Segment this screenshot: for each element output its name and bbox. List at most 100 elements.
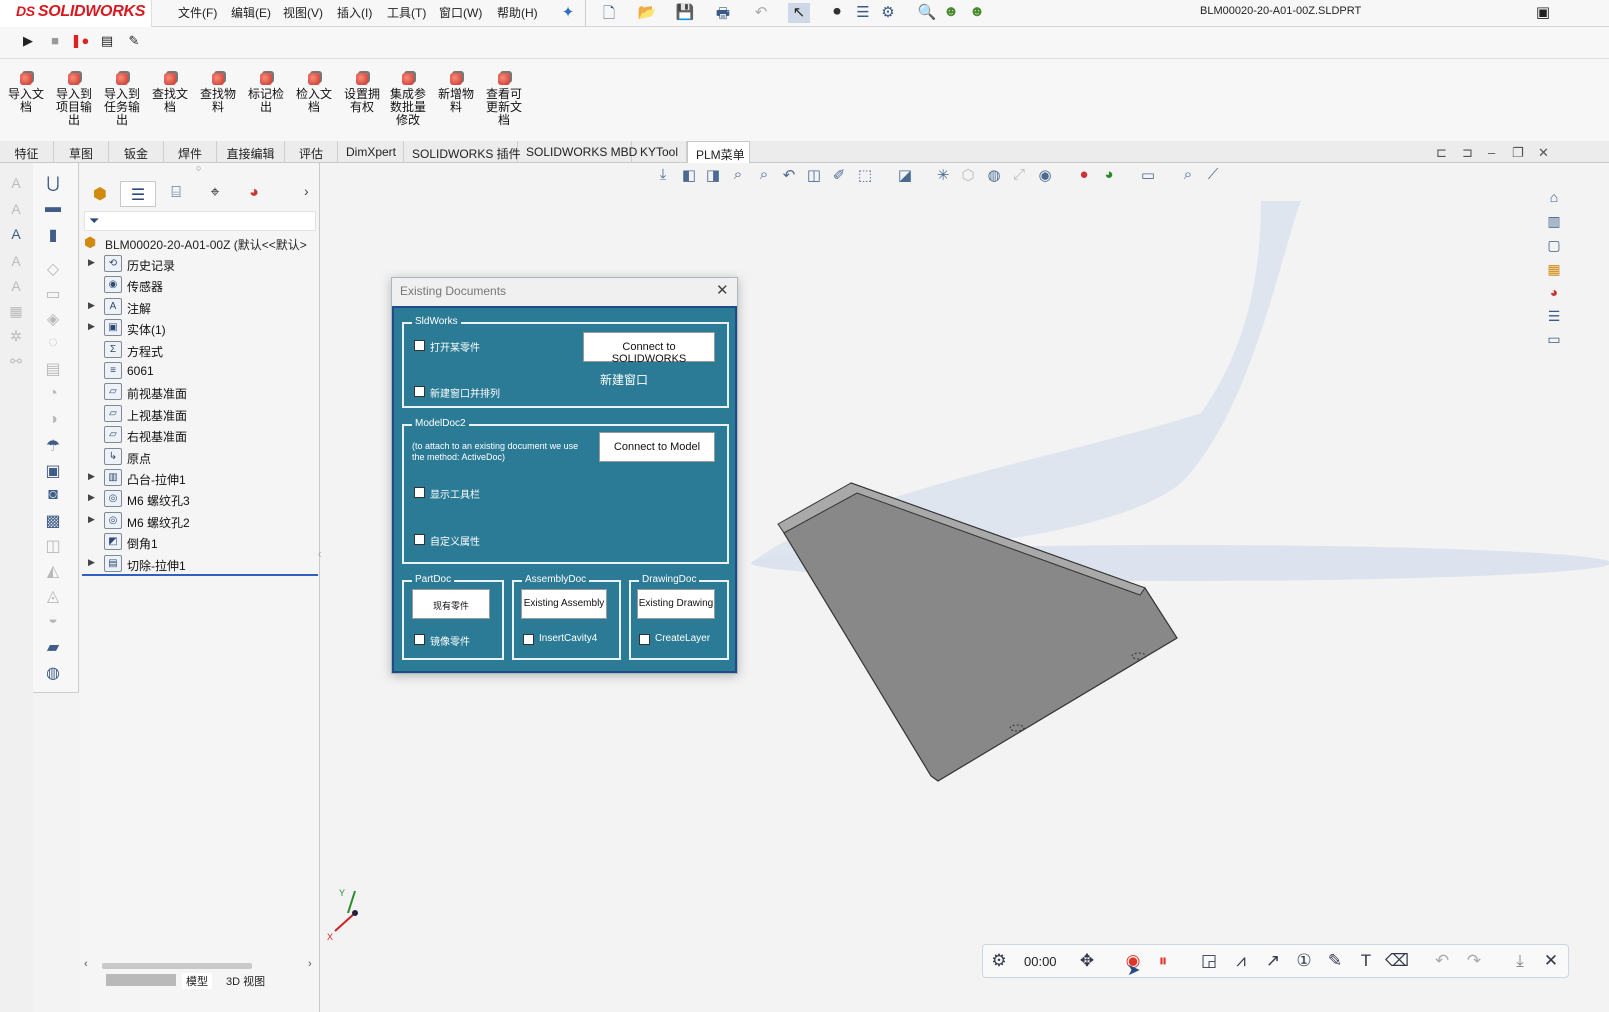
fillet-icon[interactable]: ◔ <box>41 385 65 407</box>
tree-item[interactable]: ▱ 右视基准面 <box>80 425 320 446</box>
tree-item[interactable]: ▱ 前视基准面 <box>80 382 320 403</box>
expand-arrow-icon[interactable]: ▶ <box>88 300 95 311</box>
chevron-right-icon[interactable]: › <box>304 183 309 199</box>
menu-window[interactable]: 窗口(W) <box>439 4 482 21</box>
link-icon[interactable]: ⚯ <box>6 353 26 373</box>
tab-plm-menu[interactable]: PLM菜单 <box>687 141 750 163</box>
text-tool-icon[interactable]: T <box>1354 951 1378 973</box>
solidworks-logo[interactable]: DS SOLIDWORKS <box>0 0 152 27</box>
menu-help[interactable]: 帮助(H) <box>497 4 538 21</box>
tree-item[interactable]: ▱ 上视基准面 <box>80 404 320 425</box>
restore-icon[interactable]: ❐ <box>1512 145 1524 161</box>
macro-run-icon[interactable]: ▶ <box>18 33 38 53</box>
tree-item[interactable]: ◩ 倒角1 <box>80 532 320 553</box>
view-palette-icon[interactable]: ▦ <box>1543 261 1565 281</box>
tree-item[interactable]: ◉ 传感器 <box>80 275 320 296</box>
tree-item[interactable]: Σ 方程式 <box>80 340 320 361</box>
select-cursor-icon[interactable]: ↖ <box>788 3 810 23</box>
checkbox-custom-properties[interactable] <box>414 534 425 545</box>
mold-icon[interactable]: ▰ <box>41 637 65 659</box>
stamp-icon[interactable]: ▬ <box>41 199 65 221</box>
tree-item[interactable]: ▶ ▣ 实体(1) <box>80 318 320 339</box>
menu-edit[interactable]: 编辑(E) <box>231 4 271 21</box>
tree-filter[interactable]: ⏷ <box>84 211 316 231</box>
feature-tree-tab-icon[interactable]: ⬢ <box>82 181 118 207</box>
step-number-icon[interactable]: ① <box>1292 951 1316 973</box>
download-icon[interactable]: ⤓ <box>1508 951 1532 973</box>
flex-icon[interactable]: ◭ <box>41 561 65 583</box>
expand-arrow-icon[interactable]: ▶ <box>88 471 95 482</box>
apply-scene-icon[interactable]: ◍ <box>983 166 1005 188</box>
checkbox-mirror-part[interactable] <box>414 634 425 645</box>
dynamic-annotation-icon[interactable]: ✐ <box>828 166 850 188</box>
magnet-icon[interactable]: ⋃ <box>41 173 65 195</box>
tab-sketch[interactable]: 草图 <box>54 141 109 163</box>
zoom-to-fit-icon[interactable]: ⌕ <box>727 166 749 188</box>
tab-solidworks-mbd[interactable]: SOLIDWORKS MBD <box>518 141 637 163</box>
section-view-icon[interactable]: ◫ <box>803 166 825 188</box>
tree-item[interactable]: ▶ ⟲ 历史记录 <box>80 254 320 275</box>
existing-assembly-button[interactable]: Existing Assembly <box>521 589 607 619</box>
dimxpert-tab-icon[interactable]: ⌖ <box>197 181 233 207</box>
new-document-icon[interactable]: 🗋 <box>598 3 620 23</box>
tile-right-icon[interactable]: ⊐ <box>1462 145 1473 161</box>
tile-left-icon[interactable]: ⊏ <box>1436 145 1447 161</box>
move-icon[interactable]: ✥ <box>1075 951 1099 973</box>
design-library-icon[interactable]: ▥ <box>1543 213 1565 233</box>
pause-icon[interactable]: ⏸ <box>1151 951 1175 973</box>
close-icon[interactable]: ✕ <box>1538 145 1549 161</box>
existing-part-button[interactable]: 现有零件 <box>412 589 490 619</box>
eraser-icon[interactable]: ⌫ <box>1385 951 1409 973</box>
shapes-icon[interactable]: ◲ <box>1197 951 1221 973</box>
cmd-check-out[interactable]: 标记检出 <box>244 73 288 114</box>
checkbox-open-part[interactable] <box>414 340 425 351</box>
pin-icon[interactable]: ✦ <box>557 3 579 23</box>
expand-arrow-icon[interactable]: ▶ <box>88 514 95 525</box>
tab-solidworks-addins[interactable]: SOLIDWORKS 插件 <box>404 141 521 163</box>
cmd-set-ownership[interactable]: 设置拥有权 <box>340 73 384 114</box>
tree-item[interactable]: ▶ ▤ 切除-拉伸1 <box>80 554 320 575</box>
open-icon[interactable]: 📂 <box>636 3 658 23</box>
umbrella-icon[interactable]: ☂ <box>41 436 65 458</box>
zoom-search-icon[interactable]: ⌕ <box>1177 166 1199 188</box>
tree-item[interactable]: ▶ A 注解 <box>80 297 320 318</box>
property-manager-tab-icon[interactable]: ☰ <box>120 181 156 207</box>
tab-sheet-metal[interactable]: 钣金 <box>109 141 164 163</box>
cmd-batch-modify[interactable]: 集成参数批量修改 <box>386 73 430 127</box>
frame-icon[interactable]: ▭ <box>41 284 65 306</box>
redo-annotation-icon[interactable]: ↷ <box>1462 951 1486 973</box>
weld-icon[interactable]: ✲ <box>6 328 26 348</box>
filter-icon[interactable]: ⏷ <box>89 213 99 229</box>
expand-arrow-icon[interactable]: ▶ <box>88 257 95 268</box>
expand-arrow-icon[interactable]: ▶ <box>88 321 95 332</box>
menu-view[interactable]: 视图(V) <box>283 4 323 21</box>
pen-icon[interactable]: ✎ <box>1323 951 1347 973</box>
save-icon[interactable]: 💾 <box>674 3 696 23</box>
cmd-import-to-task[interactable]: 导入到任务输出 <box>100 73 144 127</box>
wrap-icon[interactable]: ◬ <box>41 586 65 608</box>
dialog-close-icon[interactable]: ✕ <box>716 281 729 299</box>
polyline-icon[interactable]: ⩘ <box>1229 951 1253 973</box>
standard-views-icon[interactable]: ◨ <box>702 166 724 188</box>
combine-icon[interactable]: ◍ <box>41 663 65 685</box>
tab-dimxpert[interactable]: DimXpert <box>338 141 404 163</box>
tree-item[interactable]: ▶ ▥ 凸台-拉伸1 <box>80 468 320 489</box>
checkbox-insert-cavity[interactable] <box>523 634 534 645</box>
existing-drawing-button[interactable]: Existing Drawing <box>637 589 715 619</box>
chamfer-tool-icon[interactable]: ◑ <box>41 411 65 433</box>
datum-icon[interactable]: ▦ <box>6 303 26 323</box>
tree-item[interactable]: ▶ ◎ M6 螺纹孔3 <box>80 489 320 510</box>
tree-item[interactable]: ▶ ◎ M6 螺纹孔2 <box>80 511 320 532</box>
rib-icon[interactable]: ▤ <box>41 359 65 381</box>
checkbox-show-toolbar[interactable] <box>414 487 425 498</box>
previous-view-icon[interactable]: ⤓ <box>652 166 674 188</box>
tree-item[interactable]: ↳ 原点 <box>80 447 320 468</box>
edit-appearance-icon[interactable]: ⬡ <box>957 166 979 188</box>
shell-icon[interactable]: ▣ <box>41 461 65 483</box>
print-icon[interactable]: 🖶 <box>712 3 734 23</box>
tab-nav-buttons[interactable] <box>106 974 176 986</box>
arrow-icon[interactable]: ↗ <box>1261 951 1285 973</box>
checkbox-create-layer[interactable] <box>639 634 650 645</box>
view-settings-icon[interactable]: ⤢ <box>1008 166 1030 188</box>
cavity-icon[interactable]: ◙ <box>41 486 65 508</box>
